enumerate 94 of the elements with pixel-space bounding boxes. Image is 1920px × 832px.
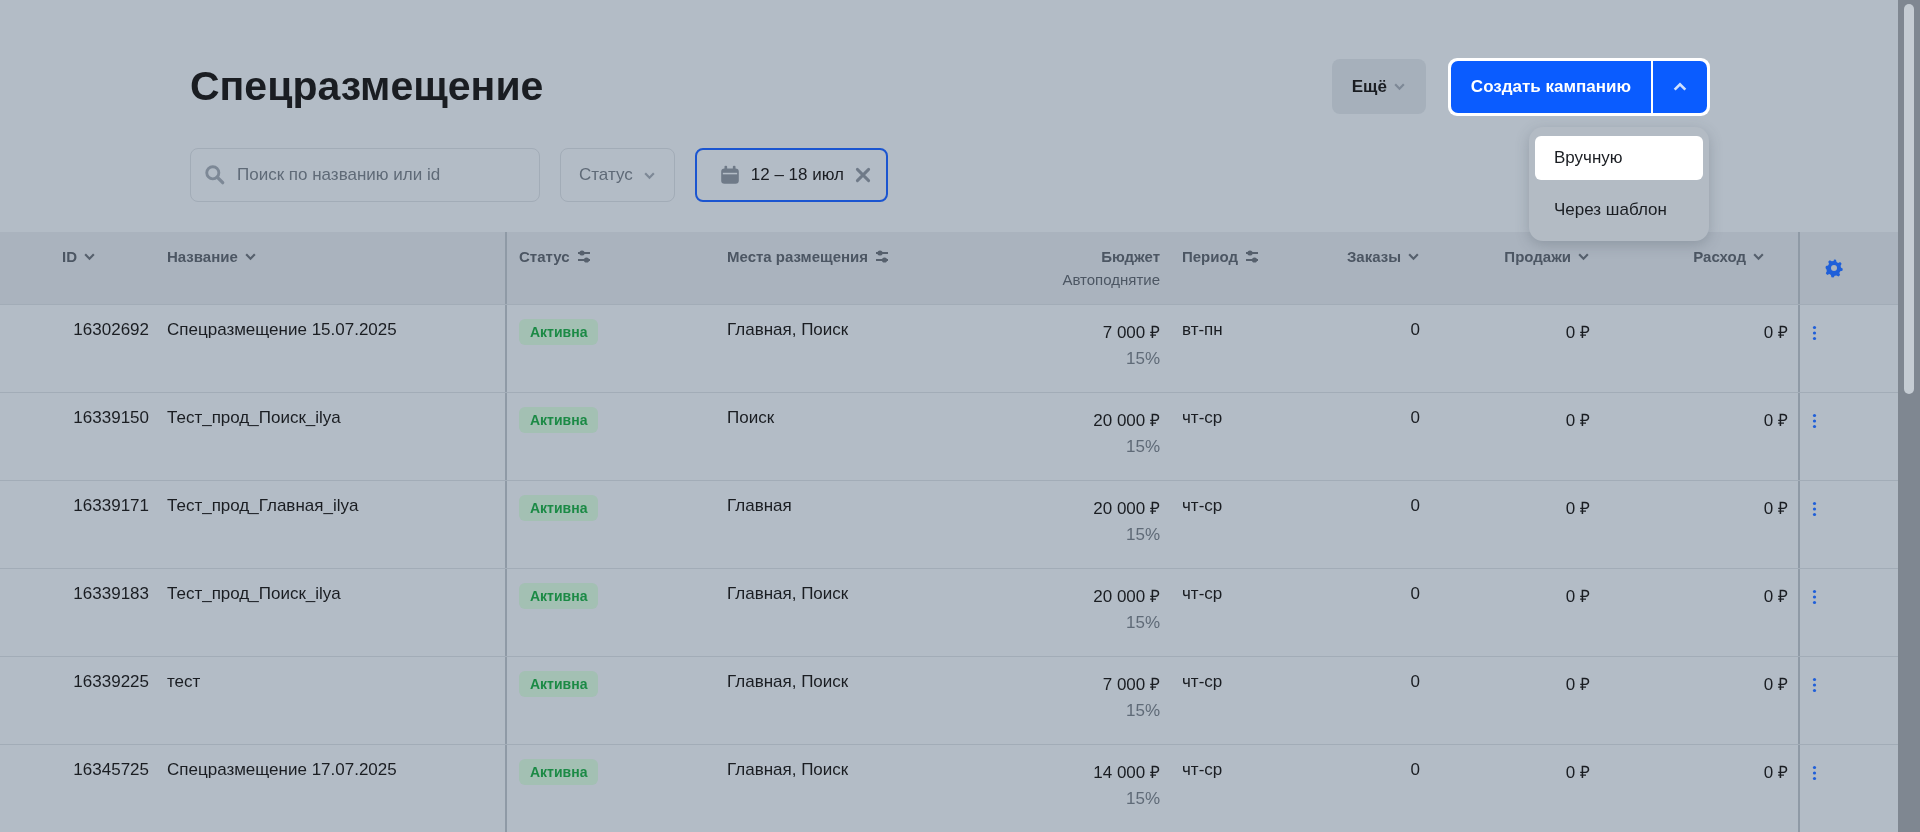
budget-amount: 14 000 ₽ bbox=[1093, 762, 1160, 783]
budget-amount: 20 000 ₽ bbox=[1093, 498, 1160, 519]
status-filter[interactable]: Статус bbox=[560, 148, 675, 202]
calendar-icon bbox=[718, 164, 741, 186]
budget-amount: 7 000 ₽ bbox=[1102, 322, 1160, 343]
sales-amount: 0 ₽ bbox=[1565, 586, 1590, 608]
campaign-id: 16339225 bbox=[73, 672, 149, 693]
sales-amount: 0 ₽ bbox=[1565, 410, 1590, 432]
more-actions-icon[interactable] bbox=[1812, 765, 1817, 781]
campaign-name[interactable]: Спецразмещение 15.07.2025 bbox=[167, 320, 397, 392]
campaign-name[interactable]: Тест_прод_Главная_ilya bbox=[167, 496, 359, 568]
filter-icon[interactable] bbox=[874, 248, 891, 265]
period-text: чт-ср bbox=[1182, 672, 1223, 693]
placement-text: Главная, Поиск bbox=[727, 584, 849, 605]
period-text: чт-ср bbox=[1182, 496, 1223, 517]
column-header[interactable]: Места размещения bbox=[727, 248, 869, 265]
search-field[interactable]: Поиск по названию или id bbox=[190, 148, 540, 202]
autoraise-percent: 15% bbox=[1125, 789, 1160, 809]
column-header[interactable]: Название bbox=[167, 248, 238, 265]
date-filter[interactable]: 12 – 18 июл bbox=[694, 148, 888, 202]
orders-count: 0 bbox=[1410, 672, 1420, 693]
placement-text: Главная, Поиск bbox=[727, 672, 849, 693]
more-actions-icon[interactable] bbox=[1812, 325, 1817, 341]
placement-text: Поиск bbox=[727, 408, 775, 429]
column-header[interactable]: Заказы bbox=[1346, 248, 1401, 265]
more-actions-icon[interactable] bbox=[1812, 413, 1817, 429]
more-actions-icon[interactable] bbox=[1812, 677, 1817, 693]
create-campaign-button[interactable]: Создать кампанию bbox=[1450, 61, 1651, 113]
column-header[interactable]: ID bbox=[62, 248, 77, 265]
autoraise-percent: 15% bbox=[1125, 349, 1160, 369]
autoraise-percent: 15% bbox=[1125, 613, 1160, 633]
spend-amount: 0 ₽ bbox=[1763, 410, 1788, 432]
status-badge: Активна bbox=[519, 583, 599, 609]
orders-count: 0 bbox=[1410, 760, 1420, 781]
autoraise-percent: 15% bbox=[1125, 525, 1160, 545]
page-title: Спецразмещение bbox=[190, 66, 544, 111]
sales-amount: 0 ₽ bbox=[1565, 674, 1590, 696]
campaign-id: 16339171 bbox=[73, 496, 149, 517]
more-actions-icon[interactable] bbox=[1812, 589, 1817, 605]
sales-amount: 0 ₽ bbox=[1565, 762, 1590, 784]
more-actions-icon[interactable] bbox=[1812, 501, 1817, 517]
budget-amount: 20 000 ₽ bbox=[1093, 586, 1160, 607]
sales-amount: 0 ₽ bbox=[1565, 322, 1590, 344]
orders-count: 0 bbox=[1410, 584, 1420, 605]
autoraise-percent: 15% bbox=[1125, 437, 1160, 457]
menu-item[interactable]: Через шаблон bbox=[1535, 188, 1703, 232]
column-header[interactable]: Период bbox=[1182, 248, 1238, 265]
period-text: чт-ср bbox=[1182, 408, 1223, 429]
date-range: 12 – 18 июл bbox=[750, 165, 844, 185]
campaign-id: 16345725 bbox=[73, 760, 149, 781]
status-badge: Активна bbox=[519, 671, 599, 697]
period-text: чт-ср bbox=[1182, 584, 1223, 605]
budget-amount: 20 000 ₽ bbox=[1093, 410, 1160, 431]
campaign-name[interactable]: Тест_прод_Поиск_ilya bbox=[167, 408, 341, 480]
close-icon[interactable] bbox=[854, 166, 872, 184]
settings-icon[interactable] bbox=[1824, 258, 1844, 278]
period-text: чт-ср bbox=[1182, 760, 1223, 781]
status-badge: Активна bbox=[519, 319, 599, 345]
autoraise-percent: 15% bbox=[1125, 701, 1160, 721]
period-text: вт-пн bbox=[1182, 320, 1223, 341]
column-header[interactable]: Бюджет bbox=[1101, 248, 1160, 265]
campaign-id: 16339150 bbox=[73, 408, 149, 429]
filter-icon[interactable] bbox=[1244, 248, 1260, 265]
column-header[interactable]: Статус bbox=[519, 248, 570, 265]
spend-amount: 0 ₽ bbox=[1763, 674, 1788, 696]
dropdown-toggle-button[interactable] bbox=[1651, 61, 1707, 113]
placement-text: Главная, Поиск bbox=[727, 320, 849, 341]
spend-amount: 0 ₽ bbox=[1763, 586, 1788, 608]
placement-text: Главная, Поиск bbox=[727, 760, 849, 781]
budget-amount: 7 000 ₽ bbox=[1102, 674, 1160, 695]
status-badge: Активна bbox=[519, 495, 599, 521]
campaign-id: 16339183 bbox=[73, 584, 149, 605]
orders-count: 0 bbox=[1410, 496, 1420, 517]
spend-amount: 0 ₽ bbox=[1763, 498, 1788, 520]
sales-amount: 0 ₽ bbox=[1565, 498, 1590, 520]
spend-amount: 0 ₽ bbox=[1763, 322, 1788, 344]
spend-amount: 0 ₽ bbox=[1763, 762, 1788, 784]
filter-icon[interactable] bbox=[575, 248, 592, 265]
column-header[interactable]: Расход bbox=[1693, 248, 1746, 265]
column-subheader: Автоподнятие bbox=[1062, 271, 1160, 288]
placement-text: Главная bbox=[727, 496, 792, 517]
status-badge: Активна bbox=[519, 407, 599, 433]
campaign-name[interactable]: Тест_прод_Поиск_ilya bbox=[167, 584, 341, 656]
menu-item[interactable]: Вручную bbox=[1535, 136, 1703, 180]
campaign-name[interactable]: Спецразмещение 17.07.2025 bbox=[167, 760, 397, 832]
campaign-id: 16302692 bbox=[73, 320, 149, 341]
campaign-name[interactable]: тест bbox=[167, 672, 201, 744]
scrollbar[interactable] bbox=[1898, 0, 1920, 832]
search-icon bbox=[204, 164, 226, 186]
column-header[interactable]: Продажи bbox=[1504, 248, 1571, 265]
orders-count: 0 bbox=[1410, 408, 1420, 429]
orders-count: 0 bbox=[1410, 320, 1420, 341]
status-badge: Активна bbox=[519, 759, 599, 785]
more-button[interactable]: Ещё bbox=[1331, 59, 1426, 114]
